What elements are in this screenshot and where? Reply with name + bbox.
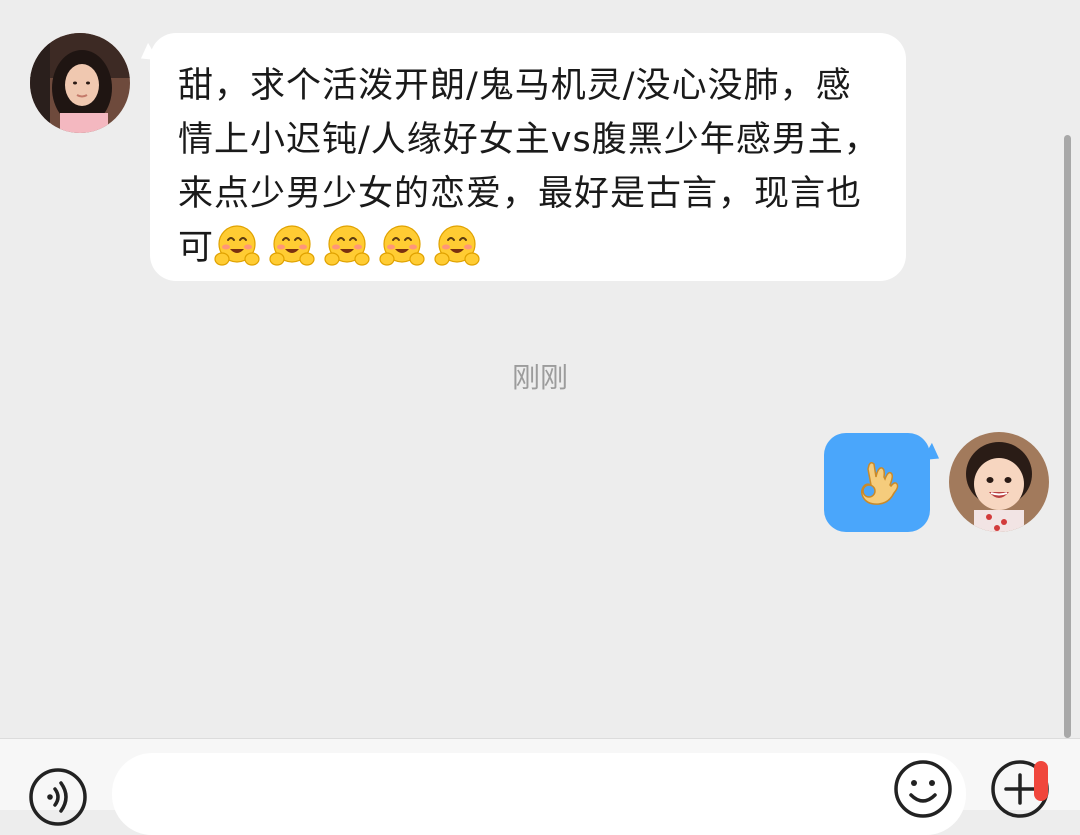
hugging-face-emoji-icon [269, 225, 315, 266]
incoming-message-bubble[interactable]: 甜，求个活泼开朗/鬼马机灵/没心没肺，感情上小迟钝/人缘好女主vs腹黑少年感男主… [150, 33, 906, 281]
emoji-icon [894, 760, 952, 818]
emoji-picker-button[interactable] [893, 759, 953, 819]
ok-hand-emoji-icon [860, 461, 899, 505]
my-avatar-image [949, 432, 1049, 532]
hugging-face-emoji-icon [379, 225, 425, 266]
input-bar [0, 738, 1080, 835]
my-avatar[interactable] [949, 432, 1049, 532]
chat-scrollbar[interactable] [1064, 135, 1071, 738]
hugging-face-emoji-icon [434, 225, 480, 266]
message-input[interactable] [112, 753, 966, 835]
contact-avatar[interactable] [30, 33, 130, 133]
hugging-face-emoji-icon [324, 225, 370, 266]
contact-avatar-image [30, 33, 130, 133]
voice-input-button[interactable] [28, 767, 88, 827]
message-timestamp: 刚刚 [511, 361, 568, 394]
notification-badge [1034, 761, 1048, 801]
voice-icon [29, 768, 87, 826]
chat-area[interactable]: 甜，求个活泼开朗/鬼马机灵/没心没肺，感情上小迟钝/人缘好女主vs腹黑少年感男主… [0, 0, 1080, 738]
emoji-row [214, 225, 489, 268]
outgoing-message-bubble[interactable] [824, 433, 930, 532]
incoming-message-text: 甜，求个活泼开朗/鬼马机灵/没心没肺，感情上小迟钝/人缘好女主vs腹黑少年感男主… [178, 59, 882, 275]
hugging-face-emoji-icon [214, 225, 260, 266]
